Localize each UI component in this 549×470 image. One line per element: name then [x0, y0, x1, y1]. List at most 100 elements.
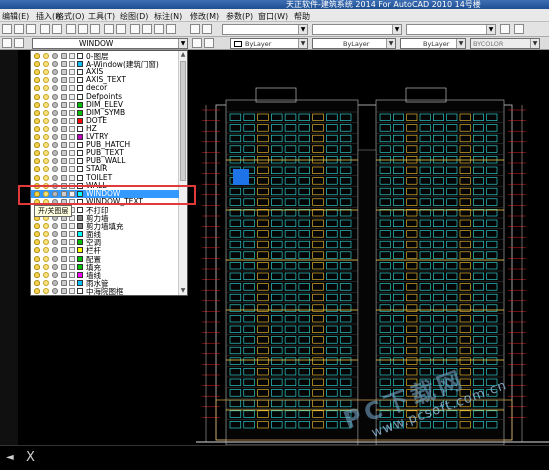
freeze-sun-icon[interactable] — [43, 158, 49, 165]
layer-on-bulb-icon[interactable] — [34, 255, 40, 262]
layer-on-bulb-icon[interactable] — [34, 53, 40, 59]
plot-icon[interactable] — [69, 142, 75, 149]
lock-icon[interactable] — [61, 142, 67, 149]
undo-icon[interactable] — [104, 24, 114, 34]
lock-icon[interactable] — [61, 125, 67, 132]
command-line[interactable]: ◄ X — [0, 445, 549, 470]
viewport-freeze-icon[interactable] — [52, 77, 58, 84]
menu-modify[interactable]: 修改(M) — [190, 11, 219, 22]
plot-icon[interactable] — [69, 117, 75, 124]
layer-color-swatch[interactable] — [77, 174, 83, 181]
viewport-freeze-icon[interactable] — [52, 247, 58, 254]
plot-icon[interactable] — [69, 271, 75, 278]
new-file-icon[interactable] — [2, 24, 12, 34]
lock-icon[interactable] — [61, 134, 67, 140]
lock-icon[interactable] — [61, 247, 67, 254]
lock-icon[interactable] — [61, 77, 67, 84]
cut-icon[interactable] — [66, 24, 76, 34]
freeze-sun-icon[interactable] — [43, 142, 49, 149]
menu-params[interactable]: 参数(P) — [226, 11, 253, 22]
lock-icon[interactable] — [61, 239, 67, 246]
design-center-icon[interactable] — [202, 24, 212, 34]
layer-color-swatch[interactable] — [77, 134, 83, 140]
viewport-freeze-icon[interactable] — [52, 125, 58, 132]
lock-icon[interactable] — [61, 166, 67, 173]
plot-icon[interactable] — [69, 101, 75, 108]
plot-icon[interactable] — [69, 109, 75, 116]
zoom-icon[interactable] — [142, 24, 152, 34]
viewport-freeze-icon[interactable] — [52, 109, 58, 116]
layer-on-bulb-icon[interactable] — [34, 158, 40, 165]
layer-color-swatch[interactable] — [77, 77, 83, 84]
freeze-sun-icon[interactable] — [43, 166, 49, 173]
plot-icon[interactable] — [69, 61, 75, 68]
layer-color-swatch[interactable] — [77, 158, 83, 165]
preview-icon[interactable] — [52, 24, 62, 34]
layer-on-bulb-icon[interactable] — [34, 93, 40, 100]
layer-on-bulb-icon[interactable] — [34, 69, 40, 76]
viewport-freeze-icon[interactable] — [52, 287, 58, 294]
freeze-sun-icon[interactable] — [43, 231, 49, 238]
linetype-combo[interactable]: ByLayer ▼ — [312, 38, 396, 49]
menu-draw[interactable]: 绘图(D) — [120, 11, 148, 22]
layer-on-bulb-icon[interactable] — [34, 117, 40, 124]
freeze-sun-icon[interactable] — [43, 109, 49, 116]
lock-icon[interactable] — [61, 93, 67, 100]
copy-icon[interactable] — [78, 24, 88, 34]
viewport-freeze-icon[interactable] — [52, 255, 58, 262]
viewport-freeze-icon[interactable] — [52, 166, 58, 173]
layer-on-bulb-icon[interactable] — [34, 125, 40, 132]
layer-color-swatch[interactable] — [77, 223, 83, 230]
plot-icon[interactable] — [69, 85, 75, 92]
viewport-freeze-icon[interactable] — [52, 279, 58, 286]
lock-icon[interactable] — [61, 158, 67, 165]
layer-on-bulb-icon[interactable] — [34, 134, 40, 140]
plot-icon[interactable] — [69, 255, 75, 262]
chevron-down-icon[interactable]: ▼ — [178, 39, 187, 48]
freeze-sun-icon[interactable] — [43, 150, 49, 157]
paste-icon[interactable] — [90, 24, 100, 34]
lock-icon[interactable] — [61, 61, 67, 68]
open-file-icon[interactable] — [14, 24, 24, 34]
layer-color-swatch[interactable] — [77, 279, 83, 286]
freeze-sun-icon[interactable] — [43, 61, 49, 68]
plot-icon[interactable] — [69, 239, 75, 246]
plot-icon[interactable] — [69, 53, 75, 59]
plot-icon[interactable] — [69, 69, 75, 76]
freeze-sun-icon[interactable] — [43, 69, 49, 76]
freeze-sun-icon[interactable] — [43, 247, 49, 254]
freeze-sun-icon[interactable] — [43, 101, 49, 108]
layer-on-bulb-icon[interactable] — [34, 287, 40, 294]
freeze-sun-icon[interactable] — [43, 125, 49, 132]
freeze-sun-icon[interactable] — [43, 93, 49, 100]
scroll-thumb[interactable] — [180, 61, 186, 181]
scroll-up-icon[interactable]: ▲ — [179, 51, 187, 59]
freeze-sun-icon[interactable] — [43, 279, 49, 286]
layer-color-swatch[interactable] — [77, 271, 83, 278]
style-combo[interactable]: ▼ — [222, 24, 308, 35]
layer-on-bulb-icon[interactable] — [34, 223, 40, 230]
viewport-freeze-icon[interactable] — [52, 142, 58, 149]
tablestyle-combo[interactable]: ▼ — [406, 24, 496, 35]
layer-on-bulb-icon[interactable] — [34, 239, 40, 246]
freeze-sun-icon[interactable] — [43, 287, 49, 294]
layer-on-bulb-icon[interactable] — [34, 166, 40, 173]
layer-on-bulb-icon[interactable] — [34, 263, 40, 270]
plot-icon[interactable] — [69, 223, 75, 230]
plot-icon[interactable] — [69, 158, 75, 165]
layer-color-swatch[interactable] — [77, 53, 83, 59]
lock-icon[interactable] — [61, 69, 67, 76]
plot-icon[interactable] — [69, 287, 75, 294]
zoom-window-icon[interactable] — [154, 24, 164, 34]
dropdown-scrollbar[interactable]: ▲ ▼ — [178, 51, 187, 295]
layer-on-bulb-icon[interactable] — [34, 247, 40, 254]
plot-icon[interactable] — [69, 247, 75, 254]
make-current-icon[interactable] — [192, 38, 202, 48]
plot-icon[interactable] — [69, 231, 75, 238]
freeze-sun-icon[interactable] — [43, 263, 49, 270]
plotstyle-combo[interactable]: BYCOLOR ▼ — [470, 38, 540, 49]
viewport-freeze-icon[interactable] — [52, 101, 58, 108]
layer-color-swatch[interactable] — [77, 166, 83, 173]
menu-edit[interactable]: 编辑(E) — [2, 11, 29, 22]
layer-color-swatch[interactable] — [77, 231, 83, 238]
